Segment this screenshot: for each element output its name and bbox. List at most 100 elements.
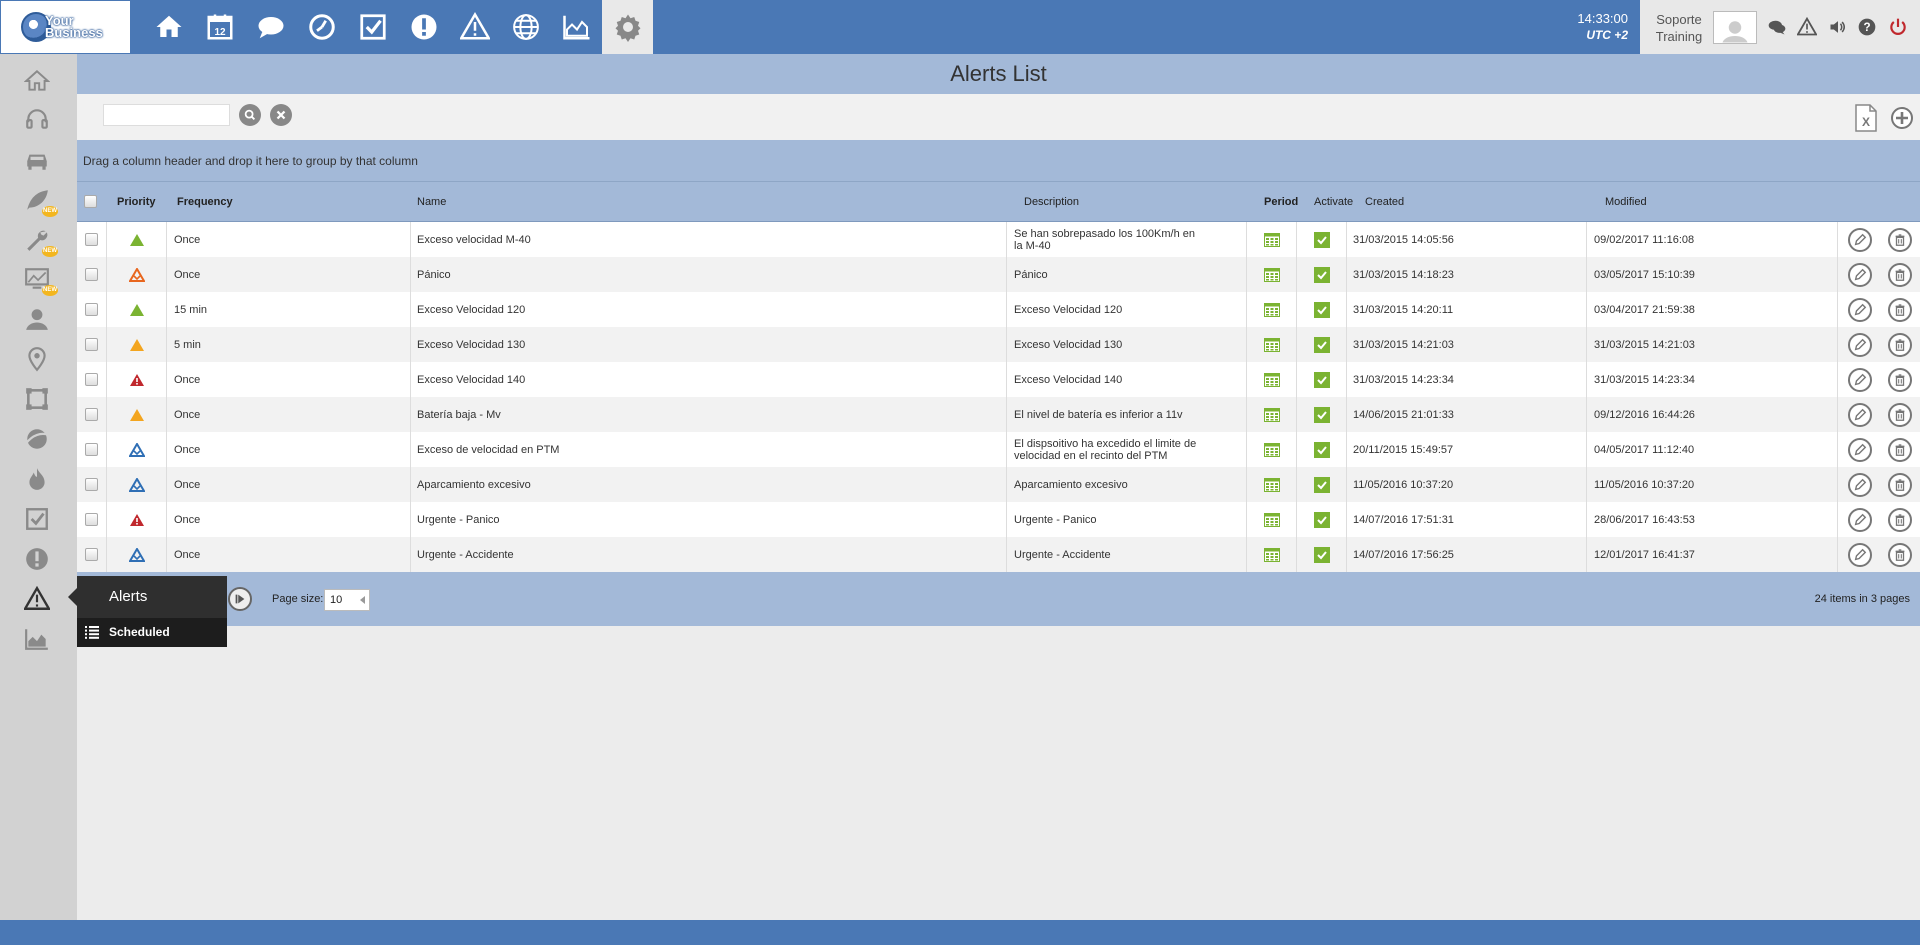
search-input[interactable]: [103, 104, 230, 126]
edit-button[interactable]: [1845, 432, 1875, 467]
clear-search-button[interactable]: [270, 104, 292, 126]
period-calendar-icon[interactable]: [1247, 537, 1297, 572]
delete-button[interactable]: [1885, 432, 1915, 467]
table-row[interactable]: Once Batería baja - Mv El nivel de bater…: [77, 397, 1920, 432]
row-checkbox[interactable]: [77, 432, 107, 467]
row-checkbox[interactable]: [77, 222, 107, 257]
sidebar-fire-icon[interactable]: [22, 464, 52, 494]
column-frequency[interactable]: Frequency: [177, 182, 233, 222]
nav-warning-icon[interactable]: [449, 0, 500, 54]
group-by-bar[interactable]: Drag a column header and drop it here to…: [77, 140, 1920, 182]
table-row[interactable]: Once Exceso de velocidad en PTM El disps…: [77, 432, 1920, 467]
delete-button[interactable]: [1885, 467, 1915, 502]
logo[interactable]: Your Business: [0, 0, 131, 54]
table-row[interactable]: Once Urgente - Panico Urgente - Panico 1…: [77, 502, 1920, 537]
activate-checkbox[interactable]: [1297, 327, 1347, 362]
column-modified[interactable]: Modified: [1605, 182, 1647, 222]
page-size-select[interactable]: 10: [324, 589, 370, 611]
activate-checkbox[interactable]: [1297, 537, 1347, 572]
nav-exclamation-icon[interactable]: [398, 0, 449, 54]
edit-button[interactable]: [1845, 467, 1875, 502]
period-calendar-icon[interactable]: [1247, 467, 1297, 502]
user-name[interactable]: Soporte Training: [1645, 11, 1713, 45]
table-row[interactable]: Once Exceso Velocidad 140 Exceso Velocid…: [77, 362, 1920, 397]
select-all-checkbox[interactable]: [84, 195, 97, 209]
period-calendar-icon[interactable]: [1247, 502, 1297, 537]
table-row[interactable]: 5 min Exceso Velocidad 130 Exceso Veloci…: [77, 327, 1920, 362]
export-excel-button[interactable]: X: [1854, 104, 1878, 132]
activate-checkbox[interactable]: [1297, 222, 1347, 257]
edit-button[interactable]: [1845, 292, 1875, 327]
column-name[interactable]: Name: [417, 182, 446, 222]
row-checkbox[interactable]: [77, 327, 107, 362]
delete-button[interactable]: [1885, 257, 1915, 292]
table-row[interactable]: Once Urgente - Accidente Urgente - Accid…: [77, 537, 1920, 572]
row-checkbox[interactable]: [77, 502, 107, 537]
activate-checkbox[interactable]: [1297, 362, 1347, 397]
sidebar-checkbox-icon[interactable]: [22, 504, 52, 534]
delete-button[interactable]: [1885, 502, 1915, 537]
edit-button[interactable]: [1845, 327, 1875, 362]
period-calendar-icon[interactable]: [1247, 222, 1297, 257]
edit-button[interactable]: [1845, 257, 1875, 292]
speaker-icon[interactable]: [1827, 16, 1849, 38]
nav-checkbox-icon[interactable]: [347, 0, 398, 54]
nav-gear-icon[interactable]: [602, 0, 653, 54]
sidebar-headset-icon[interactable]: [22, 104, 52, 134]
sidebar-warning-icon[interactable]: [22, 584, 52, 614]
sidebar-home-icon[interactable]: [22, 66, 52, 96]
period-calendar-icon[interactable]: [1247, 432, 1297, 467]
add-alert-button[interactable]: [1890, 106, 1914, 130]
column-priority[interactable]: Priority: [117, 182, 156, 222]
period-calendar-icon[interactable]: [1247, 292, 1297, 327]
column-created[interactable]: Created: [1365, 182, 1404, 222]
edit-button[interactable]: [1845, 222, 1875, 257]
column-description[interactable]: Description: [1024, 182, 1079, 222]
sidebar-user-icon[interactable]: [22, 304, 52, 334]
nav-calendar-icon[interactable]: 12: [194, 0, 245, 54]
row-checkbox[interactable]: [77, 397, 107, 432]
period-calendar-icon[interactable]: [1247, 397, 1297, 432]
delete-button[interactable]: [1885, 397, 1915, 432]
nav-home-icon[interactable]: [143, 0, 194, 54]
row-checkbox[interactable]: [77, 292, 107, 327]
sidebar-exclamation-icon[interactable]: [22, 544, 52, 574]
flyout-title[interactable]: Alerts: [77, 576, 227, 618]
sidebar-car-icon[interactable]: [22, 145, 52, 175]
row-checkbox[interactable]: [77, 537, 107, 572]
column-period[interactable]: Period: [1264, 182, 1298, 222]
edit-button[interactable]: [1845, 397, 1875, 432]
activate-checkbox[interactable]: [1297, 467, 1347, 502]
sidebar-monitor-icon[interactable]: NEW: [22, 264, 58, 296]
activate-checkbox[interactable]: [1297, 502, 1347, 537]
delete-button[interactable]: [1885, 292, 1915, 327]
help-icon[interactable]: ?: [1856, 16, 1878, 38]
activate-checkbox[interactable]: [1297, 397, 1347, 432]
flyout-item-scheduled[interactable]: Scheduled: [77, 618, 227, 647]
table-row[interactable]: Once Exceso velocidad M-40 Se han sobrep…: [77, 222, 1920, 257]
nav-clock-icon[interactable]: [296, 0, 347, 54]
edit-button[interactable]: [1845, 502, 1875, 537]
edit-button[interactable]: [1845, 362, 1875, 397]
nav-chat-bubble-icon[interactable]: [245, 0, 296, 54]
delete-button[interactable]: [1885, 327, 1915, 362]
next-page-button[interactable]: [228, 587, 252, 611]
activate-checkbox[interactable]: [1297, 292, 1347, 327]
nav-globe-icon[interactable]: [500, 0, 551, 54]
table-row[interactable]: Once Aparcamiento excesivo Aparcamiento …: [77, 467, 1920, 502]
table-row[interactable]: Once Pánico Pánico 31/03/2015 14:18:23 0…: [77, 257, 1920, 292]
delete-button[interactable]: [1885, 362, 1915, 397]
delete-button[interactable]: [1885, 222, 1915, 257]
alert-warning-icon[interactable]: [1796, 16, 1818, 38]
row-checkbox[interactable]: [77, 257, 107, 292]
activate-checkbox[interactable]: [1297, 257, 1347, 292]
row-checkbox[interactable]: [77, 362, 107, 397]
nav-area-chart-icon[interactable]: [551, 0, 602, 54]
sidebar-square-area-icon[interactable]: [22, 384, 52, 414]
sidebar-map-pin-icon[interactable]: [22, 344, 52, 374]
power-icon[interactable]: [1887, 16, 1909, 38]
sidebar-planet-icon[interactable]: [22, 424, 52, 454]
sidebar-area-chart-icon[interactable]: [22, 624, 52, 654]
sidebar-wrench-icon[interactable]: NEW: [22, 225, 58, 257]
delete-button[interactable]: [1885, 537, 1915, 572]
